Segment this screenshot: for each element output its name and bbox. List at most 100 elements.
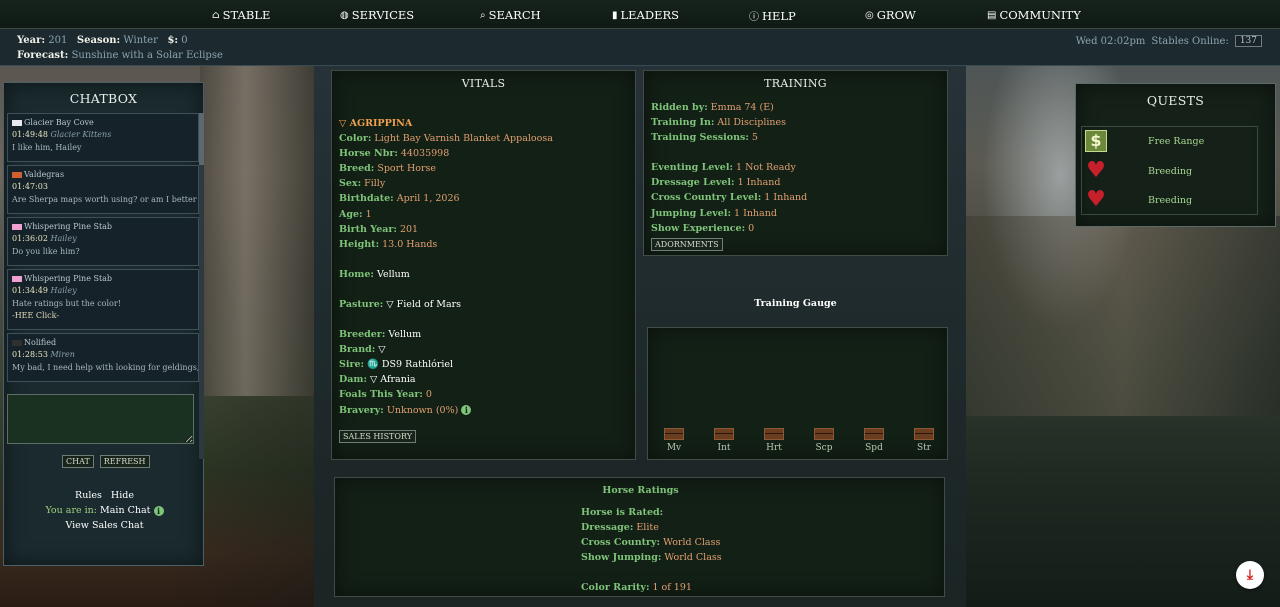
rating-dressage: Dressage: Elite: [581, 522, 659, 534]
gauge-stat: Spd: [862, 428, 886, 453]
view-sales-chat-link[interactable]: View Sales Chat: [4, 518, 205, 533]
gauge-bar: [864, 428, 884, 440]
training-ridden-by: Ridden by: Emma 74 (E): [651, 102, 774, 113]
vital-home: Home: Vellum: [339, 268, 410, 280]
top-navigation: ⌂ STABLE ◍ SERVICES ⌕ SEARCH ▮ LEADERS ⓘ…: [0, 0, 1280, 29]
heart-icon: ♥: [1086, 157, 1106, 183]
quest-list: $ Free Range ♥ Breeding ♥ Breeding: [1081, 126, 1258, 215]
gauge-bar: [914, 428, 934, 440]
online-label: Stables Online:: [1151, 35, 1229, 47]
quest-item[interactable]: ♥ Breeding: [1082, 186, 1257, 216]
chat-message: Whispering Pine Stab 01:36:02 Hailey Do …: [7, 217, 199, 266]
horse-ratings-panel: Horse Ratings Horse is Rated: Dressage: …: [334, 477, 945, 597]
globe-icon: ◍: [340, 9, 349, 21]
datetime: Wed 02:02pm: [1075, 35, 1146, 47]
info-icon: ⓘ: [749, 12, 759, 23]
target-icon: ◎: [865, 9, 874, 21]
nav-grow[interactable]: ◎ GROW: [865, 8, 916, 22]
chat-stable-name[interactable]: Valdegras: [24, 169, 64, 181]
chat-stable-name[interactable]: Glacier Bay Cove: [24, 117, 94, 129]
gauge-bar: [714, 428, 734, 440]
gauge-stat: Str: [912, 428, 936, 453]
vitals-list: ▽ AGRIPPINA Color: Light Bay Varnish Bla…: [339, 116, 553, 418]
quest-item[interactable]: $ Free Range: [1082, 127, 1257, 157]
chat-message: Valdegras 01:47:03 Are Sherpa maps worth…: [7, 165, 199, 214]
vital-birthdate: Birthdate: April 1, 2026: [339, 193, 460, 205]
chat-stable-name[interactable]: Whispering Pine Stab: [24, 273, 112, 285]
online-count[interactable]: 137: [1234, 35, 1262, 47]
nav-help[interactable]: ⓘ HELP: [749, 8, 796, 24]
chat-scrollbar-thumb[interactable]: [199, 113, 204, 165]
home-icon: ⌂: [212, 9, 220, 21]
vital-sex: Sex: Filly: [339, 178, 386, 190]
breeder-link[interactable]: Vellum: [388, 329, 421, 340]
horse-name: ▽ AGRIPPINA: [339, 118, 413, 129]
rating-show-jumping: Show Jumping: World Class: [581, 552, 722, 564]
vital-pasture: Pasture: ▽ Field of Mars: [339, 298, 462, 310]
show-experience: Show Experience: 0: [651, 222, 755, 234]
quests-panel: QUESTS $ Free Range ♥ Breeding ♥ Breedin…: [1075, 83, 1276, 227]
chat-message: Glacier Bay Cove 01:49:48 Glacier Kitten…: [7, 113, 199, 162]
refresh-button[interactable]: REFRESH: [99, 455, 150, 468]
nav-leaders[interactable]: ▮ LEADERS: [612, 8, 679, 22]
gauge-stat: Mv: [662, 428, 686, 453]
chat-scrollbar[interactable]: [199, 113, 204, 459]
bar-chart-icon: ▮: [612, 9, 618, 21]
stable-flag-icon: [12, 172, 22, 179]
gauge-stat: Hrt: [762, 428, 786, 453]
info-icon[interactable]: i: [153, 505, 164, 516]
vital-foals: Foals This Year: 0: [339, 389, 432, 401]
info-icon[interactable]: i: [461, 405, 472, 415]
nav-community[interactable]: ▤ COMMUNITY: [987, 8, 1081, 22]
gauge-stat: Scp: [812, 428, 836, 453]
sire-link[interactable]: ♏ DS9 Rathlóriel: [367, 359, 453, 370]
training-sessions: Training Sessions: 5: [651, 132, 758, 144]
chat-input[interactable]: [7, 394, 194, 444]
vital-breed: Breed: Sport Horse: [339, 163, 437, 175]
quests-title: QUESTS: [1146, 93, 1205, 108]
chat-stable-name[interactable]: Nolified: [24, 337, 56, 349]
vital-bravery: Bravery: Unknown (0%) i: [339, 403, 553, 418]
heart-icon: ♥: [1086, 187, 1106, 212]
stable-flag-icon: [12, 276, 22, 283]
vital-breeder: Breeder: Vellum: [339, 329, 422, 341]
pdf-icon[interactable]: ⤓: [1236, 561, 1264, 589]
adornments-button[interactable]: ADORNMENTS: [651, 238, 723, 251]
gauge-bar: [814, 428, 834, 440]
stable-flag-icon: [12, 120, 22, 127]
hide-link[interactable]: Hide: [111, 490, 134, 501]
season-value: Winter: [123, 35, 158, 46]
dam-link[interactable]: ▽ Afrania: [370, 374, 416, 385]
stable-flag-icon: [12, 224, 22, 231]
vital-height: Height: 13.0 Hands: [339, 238, 438, 250]
chat-button[interactable]: CHAT: [62, 455, 94, 468]
training-panel: TRAINING Ridden by: Emma 74 (E) Training…: [643, 70, 948, 256]
gauge-bar: [664, 428, 684, 440]
vital-color: Color: Light Bay Varnish Blanket Appaloo…: [339, 133, 553, 145]
forecast-value: Sunshine with a Solar Eclipse: [71, 50, 223, 61]
gauge-stat: Int: [712, 428, 736, 453]
money-icon: $: [1085, 130, 1107, 152]
color-rarity: Color Rarity: 1 of 191: [581, 582, 692, 594]
chat-stable-name[interactable]: Whispering Pine Stab: [24, 221, 112, 233]
chatbox-title: CHATBOX: [69, 91, 138, 106]
nav-services[interactable]: ◍ SERVICES: [340, 8, 414, 22]
rider-link[interactable]: Emma 74 (E): [711, 102, 774, 113]
status-bar: Year: 201 Season: Winter $: 0 Forecast: …: [0, 29, 1280, 66]
vital-brand: Brand: ▽: [339, 344, 386, 356]
nav-stable[interactable]: ⌂ STABLE: [212, 8, 270, 22]
horse-ratings-title: Horse Ratings: [602, 485, 679, 496]
pasture-link[interactable]: ▽ Field of Mars: [386, 299, 461, 310]
vital-birth-year: Birth Year: 201: [339, 223, 419, 235]
money-value: 0: [181, 35, 188, 46]
quest-item[interactable]: ♥ Breeding: [1082, 157, 1257, 187]
sales-history-button[interactable]: SALES HISTORY: [339, 430, 417, 443]
rules-link[interactable]: Rules: [75, 490, 102, 501]
server-status: Wed 02:02pm Stables Online: 137: [1076, 35, 1262, 47]
vital-sire: Sire: ♏ DS9 Rathlóriel: [339, 359, 454, 371]
training-in: Training In: All Disciplines: [651, 117, 787, 129]
nav-search[interactable]: ⌕ SEARCH: [480, 8, 541, 22]
home-link[interactable]: Vellum: [377, 269, 410, 280]
jumping-level: Jumping Level: 1 Inhand: [651, 207, 777, 219]
training-gauge-title: Training Gauge: [754, 298, 837, 309]
